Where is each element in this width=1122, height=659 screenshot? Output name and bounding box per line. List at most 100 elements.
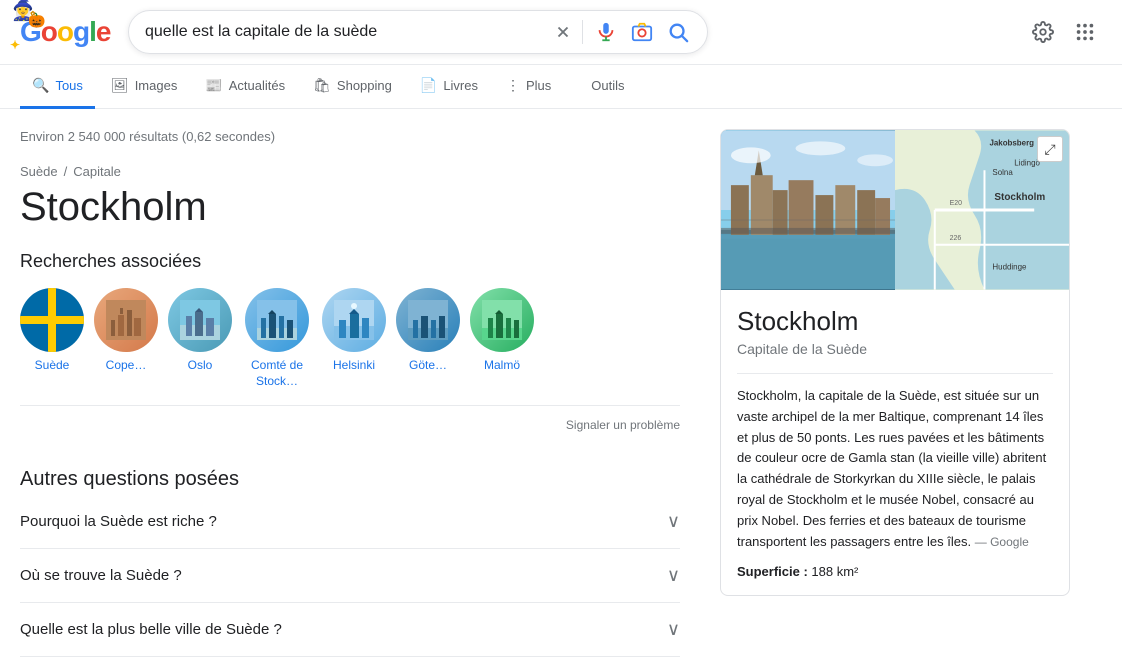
comte-img <box>245 288 309 352</box>
lens-search-button[interactable] <box>629 19 655 45</box>
related-item-malmo[interactable]: Malmö <box>470 288 534 389</box>
tab-livres[interactable]: 📄 Livres <box>408 65 490 109</box>
malmo-label: Malmö <box>484 358 520 374</box>
goteborg-label: Göte… <box>409 358 447 374</box>
breadcrumb-parent[interactable]: Suède <box>20 164 58 179</box>
camera-icon <box>631 21 653 43</box>
related-item-copenhague[interactable]: Cope… <box>94 288 158 389</box>
comte-label: Comté de Stock… <box>242 358 312 389</box>
malmo-img <box>470 288 534 352</box>
breadcrumb-separator: / <box>64 164 68 179</box>
related-item-goteborg[interactable]: Göte… <box>396 288 460 389</box>
faq-question-2: Quelle est la plus belle ville de Suède … <box>20 621 282 638</box>
kp-title: Stockholm <box>737 306 1053 337</box>
logo-letter-e: e <box>96 16 111 48</box>
chevron-down-icon-0: ∨ <box>667 511 680 532</box>
report-problem-link[interactable]: Signaler un problème <box>20 405 680 444</box>
tab-livres-label: Livres <box>443 78 478 93</box>
voice-search-button[interactable] <box>593 19 619 45</box>
suede-flag-img <box>20 288 84 352</box>
logo: 🧙‍♀️ 🎃 G o o g l e ✦ <box>20 16 112 48</box>
images-tab-icon: 🖼 <box>111 77 129 94</box>
main-answer-title: Stockholm <box>20 183 680 231</box>
breadcrumb-current: Capitale <box>73 164 121 179</box>
oslo-label: Oslo <box>188 358 213 374</box>
svg-text:Huddinge: Huddinge <box>992 263 1027 272</box>
settings-button[interactable] <box>1026 15 1060 49</box>
search-icon <box>667 21 689 43</box>
search-input[interactable]: quelle est la capitale de la suède <box>145 23 544 41</box>
results-count: Environ 2 540 000 résultats (0,62 second… <box>20 129 680 144</box>
breadcrumb: Suède / Capitale <box>20 164 680 179</box>
city-photo-inner <box>721 130 895 290</box>
search-tab-icon: 🔍 <box>32 77 49 94</box>
tab-plus[interactable]: ⋮ Plus <box>494 65 563 109</box>
faq-question-1: Où se trouve la Suède ? <box>20 567 182 584</box>
header: 🧙‍♀️ 🎃 G o o g l e ✦ quelle est la capit… <box>0 0 1122 65</box>
kp-description: Stockholm, la capitale de la Suède, est … <box>737 386 1053 552</box>
svg-text:E20: E20 <box>950 200 963 207</box>
svg-text:Solna: Solna <box>992 168 1013 177</box>
kp-container: E20 226 Jakobsberg Solna Lidingö Stockho… <box>720 129 1070 596</box>
logo-letter-l: l <box>89 16 96 48</box>
nav-tabs: 🔍 Tous 🖼 Images 📰 Actualités 🛍 Shopping … <box>0 65 1122 109</box>
apps-grid-button[interactable] <box>1068 15 1102 49</box>
faq-item-2[interactable]: Quelle est la plus belle ville de Suède … <box>20 603 680 657</box>
search-submit-button[interactable] <box>665 19 691 45</box>
kp-divider <box>737 373 1053 374</box>
main-content: Environ 2 540 000 résultats (0,62 second… <box>0 109 1122 657</box>
star-icon: ✦ <box>10 38 19 52</box>
kp-meta-value: 188 km² <box>811 564 858 579</box>
svg-text:226: 226 <box>950 235 962 242</box>
knowledge-panel: E20 226 Jakobsberg Solna Lidingö Stockho… <box>720 129 1070 657</box>
copenhague-img <box>94 288 158 352</box>
tab-plus-label: Plus <box>526 78 551 93</box>
header-right <box>1026 15 1102 49</box>
pumpkin-icon: 🎃 <box>28 12 44 29</box>
related-item-oslo[interactable]: Oslo <box>168 288 232 389</box>
svg-text:Stockholm: Stockholm <box>994 192 1045 203</box>
faq-question-0: Pourquoi la Suède est riche ? <box>20 513 217 530</box>
kp-city-photo[interactable] <box>721 130 895 290</box>
kp-subtitle: Capitale de la Suède <box>737 341 1053 357</box>
tab-shopping[interactable]: 🛍 Shopping <box>301 65 404 109</box>
helsinki-img <box>322 288 386 352</box>
shopping-tab-icon: 🛍 <box>313 77 331 94</box>
related-searches-title: Recherches associées <box>20 251 680 272</box>
related-item-suede[interactable]: Suède <box>20 288 84 389</box>
kp-images: E20 226 Jakobsberg Solna Lidingö Stockho… <box>721 130 1069 290</box>
faq-item-0[interactable]: Pourquoi la Suède est riche ? ∨ <box>20 495 680 549</box>
chevron-down-icon-2: ∨ <box>667 619 680 640</box>
kp-meta: Superficie : 188 km² <box>737 564 1053 579</box>
svg-text:Jakobsberg: Jakobsberg <box>989 138 1034 147</box>
chevron-down-icon-1: ∨ <box>667 565 680 586</box>
helsinki-label: Helsinki <box>333 358 375 374</box>
faq-section: Autres questions posées Pourquoi la Suèd… <box>20 468 680 657</box>
faq-title: Autres questions posées <box>20 468 680 491</box>
faq-item-1[interactable]: Où se trouve la Suède ? ∨ <box>20 549 680 603</box>
search-box: quelle est la capitale de la suède <box>128 10 708 54</box>
tab-images[interactable]: 🖼 Images <box>99 65 189 109</box>
tab-tous[interactable]: 🔍 Tous <box>20 65 95 109</box>
left-column: Environ 2 540 000 résultats (0,62 second… <box>20 129 680 657</box>
suede-label: Suède <box>35 358 70 374</box>
microphone-icon <box>595 21 617 43</box>
map-expand-button[interactable]: ⤢ <box>1037 136 1063 162</box>
kp-map[interactable]: E20 226 Jakobsberg Solna Lidingö Stockho… <box>895 130 1069 290</box>
tab-shopping-label: Shopping <box>337 78 392 93</box>
divider <box>582 20 583 44</box>
related-item-helsinki[interactable]: Helsinki <box>322 288 386 389</box>
map-background: E20 226 Jakobsberg Solna Lidingö Stockho… <box>895 130 1069 290</box>
kp-source: — Google <box>975 535 1029 549</box>
clear-button[interactable] <box>554 23 572 41</box>
gear-icon <box>1032 21 1054 43</box>
tab-tous-label: Tous <box>55 78 82 93</box>
books-tab-icon: 📄 <box>420 77 437 94</box>
tab-actualites[interactable]: 📰 Actualités <box>193 65 297 109</box>
more-tab-icon: ⋮ <box>506 77 520 94</box>
tab-outils[interactable]: Outils <box>591 66 624 108</box>
logo-text: 🧙‍♀️ 🎃 G o o g l e ✦ <box>20 16 110 48</box>
grid-icon <box>1074 21 1096 43</box>
related-item-comte[interactable]: Comté de Stock… <box>242 288 312 389</box>
close-icon <box>554 23 572 41</box>
